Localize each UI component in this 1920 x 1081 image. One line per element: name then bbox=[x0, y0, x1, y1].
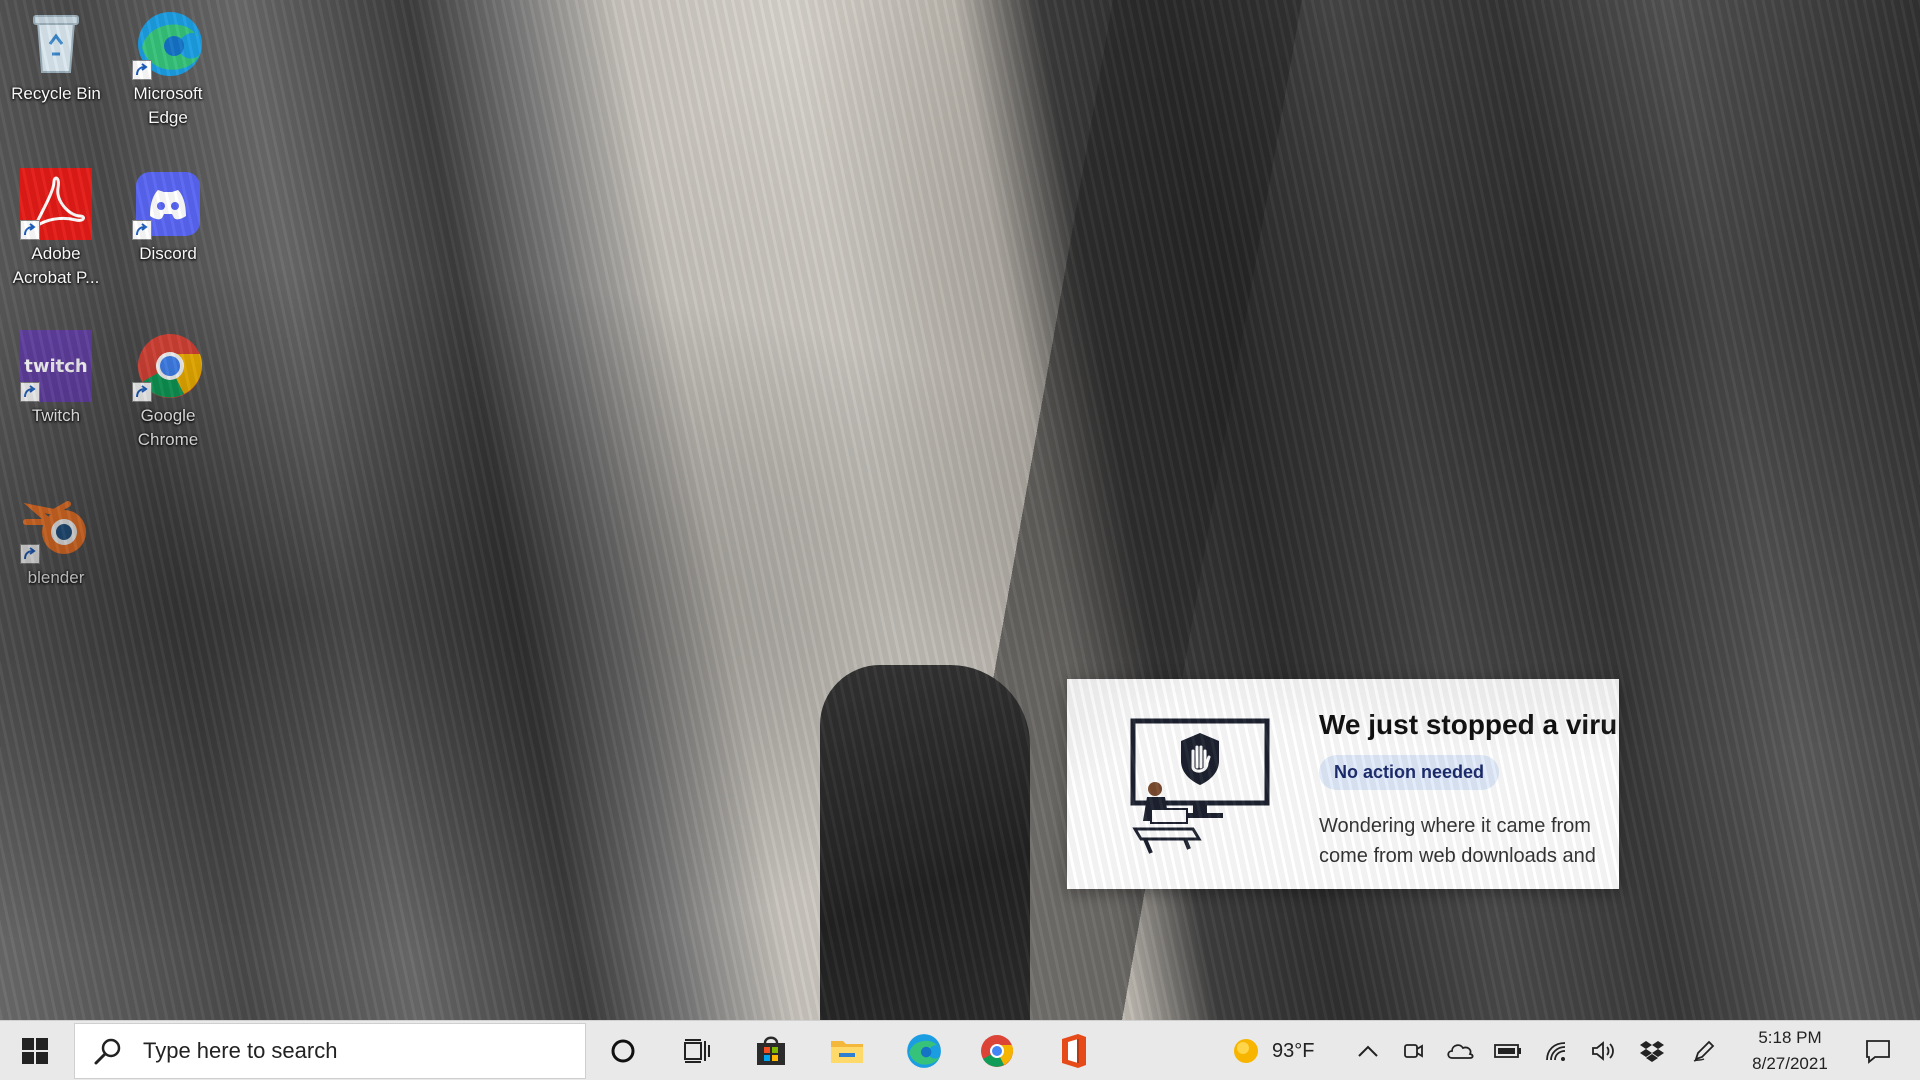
file-explorer-icon bbox=[831, 1041, 863, 1063]
shortcut-arrow-icon bbox=[132, 220, 152, 240]
microsoft-store-button[interactable] bbox=[746, 1021, 796, 1081]
meet-now-button[interactable] bbox=[1394, 1021, 1432, 1081]
dropbox-icon bbox=[1640, 1041, 1664, 1062]
start-button[interactable] bbox=[0, 1021, 70, 1081]
clock-date: 8/27/2021 bbox=[1752, 1054, 1828, 1073]
notification-body-line: come from web downloads and bbox=[1319, 845, 1596, 867]
volume-button[interactable] bbox=[1584, 1021, 1624, 1081]
no-action-badge: No action needed bbox=[1319, 755, 1500, 790]
battery-button[interactable] bbox=[1488, 1021, 1528, 1081]
chrome-icon bbox=[132, 330, 204, 402]
weather-temperature: 93°F bbox=[1272, 1039, 1315, 1062]
chrome-taskbar-button[interactable] bbox=[972, 1021, 1022, 1081]
windows-logo-icon bbox=[22, 1038, 48, 1064]
wifi-icon bbox=[1546, 1042, 1566, 1061]
wallpaper-rock bbox=[820, 665, 1030, 1020]
shortcut-arrow-icon bbox=[20, 544, 40, 564]
desktop-icon-label: Discord bbox=[139, 244, 197, 263]
desktop-icon-label: Twitch bbox=[31, 406, 81, 425]
edge-taskbar-button[interactable] bbox=[898, 1021, 948, 1081]
desktop-icon-blender[interactable]: blender bbox=[4, 492, 108, 590]
taskbar-search-box[interactable] bbox=[74, 1023, 586, 1079]
taskbar: 93°F bbox=[0, 1020, 1920, 1080]
weather-widget[interactable]: 93°F bbox=[1232, 1021, 1342, 1081]
task-view-button[interactable] bbox=[672, 1021, 722, 1081]
desktop-icon-label: Adobe Acrobat P... bbox=[12, 244, 100, 287]
shortcut-arrow-icon bbox=[132, 382, 152, 402]
office-taskbar-button[interactable] bbox=[1048, 1021, 1098, 1081]
shortcut-arrow-icon bbox=[20, 220, 40, 240]
virus-blocked-illustration bbox=[1121, 717, 1281, 867]
notification-title: We just stopped a viru bbox=[1319, 709, 1618, 740]
chevron-up-icon bbox=[1358, 1045, 1378, 1057]
blender-icon bbox=[20, 492, 92, 564]
search-input[interactable] bbox=[141, 1037, 565, 1065]
search-icon bbox=[94, 1038, 121, 1065]
shortcut-arrow-icon bbox=[132, 60, 152, 80]
svg-text:twitch: twitch bbox=[24, 356, 88, 377]
action-center-button[interactable] bbox=[1848, 1021, 1908, 1081]
clock-time: 5:18 PM bbox=[1758, 1028, 1822, 1047]
dropbox-button[interactable] bbox=[1632, 1021, 1672, 1081]
notification-body-line: Wondering where it came from bbox=[1319, 815, 1591, 837]
shortcut-arrow-icon bbox=[20, 382, 40, 402]
desktop-icon-recycle-bin[interactable]: Recycle Bin bbox=[4, 8, 108, 106]
onedrive-icon bbox=[1447, 1044, 1474, 1059]
action-center-icon bbox=[1866, 1040, 1890, 1064]
microsoft-store-icon bbox=[757, 1036, 785, 1065]
edge-icon bbox=[132, 8, 204, 80]
pen-icon bbox=[1693, 1040, 1715, 1062]
desktop-icon-label: Microsoft Edge bbox=[133, 84, 203, 127]
onedrive-button[interactable] bbox=[1440, 1021, 1480, 1081]
file-explorer-button[interactable] bbox=[822, 1021, 872, 1081]
sun-icon bbox=[1234, 1039, 1258, 1063]
desktop-icon-label: Recycle Bin bbox=[11, 84, 101, 103]
taskbar-clock[interactable]: 5:18 PM 8/27/2021 bbox=[1740, 1021, 1840, 1081]
discord-icon bbox=[132, 168, 204, 240]
desktop-icon-label: Google Chrome bbox=[137, 406, 199, 449]
acrobat-icon bbox=[20, 168, 92, 240]
notification-body: Wondering where it came from come from w… bbox=[1319, 811, 1596, 871]
cortana-icon bbox=[611, 1039, 635, 1063]
chrome-icon bbox=[981, 1035, 1014, 1067]
desktop-icon-google-chrome[interactable]: Google Chrome bbox=[116, 330, 220, 452]
recycle-bin-icon bbox=[20, 8, 92, 80]
volume-icon bbox=[1592, 1041, 1614, 1061]
battery-icon bbox=[1494, 1044, 1521, 1058]
meet-now-icon bbox=[1404, 1044, 1423, 1058]
desktop-icon-twitch[interactable]: twitch Twitch bbox=[4, 330, 108, 428]
desktop-icon-label: blender bbox=[27, 568, 85, 587]
task-view-icon bbox=[684, 1039, 710, 1063]
pen-menu-button[interactable] bbox=[1684, 1021, 1724, 1081]
twitch-icon: twitch bbox=[20, 330, 92, 402]
desktop-icon-adobe-acrobat[interactable]: Adobe Acrobat P... bbox=[4, 168, 108, 290]
cortana-button[interactable] bbox=[598, 1021, 648, 1081]
antivirus-notification[interactable]: We just stopped a viru No action needed … bbox=[1067, 679, 1619, 889]
show-hidden-icons-button[interactable] bbox=[1348, 1021, 1388, 1081]
desktop-icon-microsoft-edge[interactable]: Microsoft Edge bbox=[116, 8, 220, 130]
desktop-wallpaper: Recycle Bin Microsoft Edge Adobe Acrobat… bbox=[0, 0, 1920, 1020]
desktop-icon-discord[interactable]: Discord bbox=[116, 168, 220, 266]
wifi-button[interactable] bbox=[1536, 1021, 1576, 1081]
office-icon bbox=[1062, 1034, 1086, 1068]
edge-icon bbox=[907, 1034, 941, 1068]
